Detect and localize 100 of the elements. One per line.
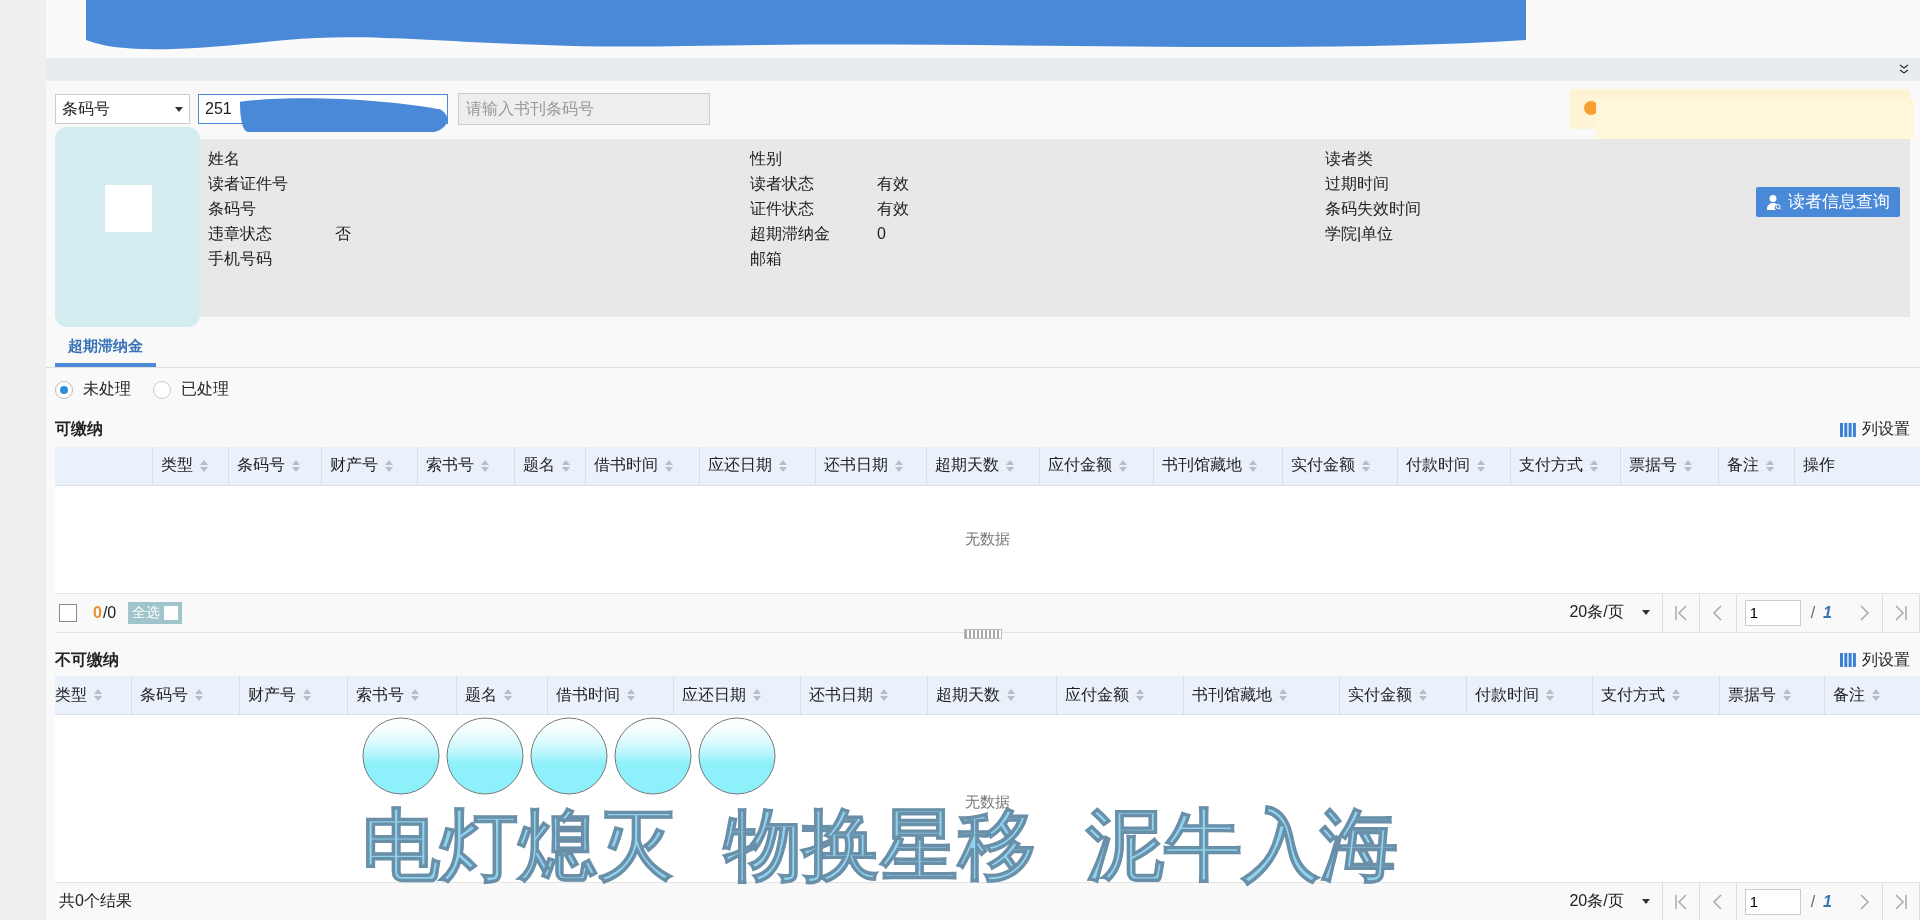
sort-icon[interactable]: [1248, 458, 1258, 473]
column-header[interactable]: 书刊馆藏地: [1183, 676, 1339, 714]
column-header[interactable]: 应还日期: [673, 676, 800, 714]
sort-icon[interactable]: [1118, 458, 1128, 473]
resize-handle[interactable]: [964, 628, 1002, 639]
column-header[interactable]: 应付金额: [1039, 446, 1153, 485]
column-header[interactable]: 应还日期: [699, 446, 815, 485]
chevron-left-icon: [1710, 892, 1725, 911]
page-size-select[interactable]: 20条/页: [1569, 593, 1663, 632]
reader-input-field[interactable]: 251: [198, 94, 240, 125]
sort-icon[interactable]: [410, 688, 420, 703]
sort-icon[interactable]: [1361, 458, 1371, 473]
column-header[interactable]: 财产号: [239, 676, 347, 714]
column-settings-link[interactable]: 列设置: [1840, 419, 1910, 441]
column-header[interactable]: 条码号: [131, 676, 239, 714]
checkbox[interactable]: [59, 603, 77, 622]
sort-icon[interactable]: [503, 688, 513, 703]
sort-icon[interactable]: [1005, 458, 1015, 473]
sort-icon[interactable]: [561, 458, 571, 473]
page-total: 1: [1823, 892, 1832, 911]
column-header[interactable]: 应付金额: [1056, 676, 1183, 714]
sort-icon[interactable]: [752, 688, 762, 703]
field-label: 条码号: [208, 198, 257, 219]
sort-icon[interactable]: [1683, 458, 1693, 473]
page-number-field[interactable]: 1: [1744, 599, 1801, 626]
column-header[interactable]: 备注: [1824, 676, 1920, 714]
sort-icon[interactable]: [1589, 458, 1599, 473]
caption-text: 电灯熄灭: [362, 806, 674, 884]
field-label: 证件状态: [750, 198, 815, 219]
column-header[interactable]: 备注: [1718, 446, 1794, 485]
page-total: 1: [1823, 603, 1832, 622]
sort-icon[interactable]: [199, 458, 209, 473]
column-header[interactable]: 付款时间: [1466, 676, 1592, 714]
column-header[interactable]: 还书日期: [800, 676, 927, 714]
sort-icon[interactable]: [1765, 458, 1775, 473]
sort-icon[interactable]: [879, 688, 889, 703]
last-page-icon: [1894, 603, 1908, 622]
sort-icon[interactable]: [1418, 688, 1428, 703]
column-header[interactable]: 票据号: [1719, 676, 1824, 714]
sort-icon[interactable]: [291, 458, 301, 473]
last-page-icon: [1894, 892, 1908, 911]
sort-icon[interactable]: [1476, 458, 1486, 473]
column-header[interactable]: 财产号: [321, 446, 417, 485]
column-header[interactable]: 支付方式: [1510, 446, 1620, 485]
column-header[interactable]: 类型: [55, 676, 131, 714]
search-mode-select[interactable]: 条码号: [55, 94, 190, 125]
page-separator: /: [1810, 603, 1816, 622]
column-header[interactable]: 操作: [1794, 446, 1920, 485]
sort-icon[interactable]: [626, 688, 636, 703]
sort-icon[interactable]: [664, 458, 674, 473]
field-value: 否: [335, 223, 351, 244]
sort-icon[interactable]: [384, 458, 394, 473]
column-header[interactable]: 索书号: [347, 676, 456, 714]
section-title: 不可缴纳: [55, 649, 119, 670]
sort-icon[interactable]: [778, 458, 788, 473]
field-label: 读者证件号: [208, 173, 289, 194]
sort-icon[interactable]: [1545, 688, 1555, 703]
column-header[interactable]: 借书时间: [547, 676, 673, 714]
sort-icon[interactable]: [1671, 688, 1681, 703]
column-header[interactable]: 超期天数: [927, 676, 1056, 714]
field-label: 违章状态: [208, 223, 273, 244]
column-header[interactable]: 借书时间: [585, 446, 699, 485]
column-header[interactable]: 支付方式: [1592, 676, 1719, 714]
page-number-field[interactable]: 1: [1744, 888, 1801, 915]
column-header[interactable]: 实付金额: [1282, 446, 1397, 485]
status-radio[interactable]: 已处理: [153, 379, 229, 401]
sort-icon[interactable]: [194, 688, 204, 703]
collapse-icon[interactable]: [1898, 63, 1910, 76]
sort-icon[interactable]: [480, 458, 490, 473]
column-header[interactable]: 题名: [456, 676, 547, 714]
sort-icon[interactable]: [1782, 688, 1792, 703]
column-header[interactable]: 书刊馆藏地: [1153, 446, 1282, 485]
sort-icon[interactable]: [1006, 688, 1016, 703]
field-label: 性别: [750, 148, 783, 169]
tab[interactable]: 超期滞纳金: [55, 332, 156, 367]
column-settings-link[interactable]: 列设置: [1840, 649, 1910, 671]
column-header[interactable]: 索书号: [417, 446, 514, 485]
column-header[interactable]: 类型: [152, 446, 228, 485]
column-header[interactable]: 超期天数: [926, 446, 1039, 485]
sort-icon[interactable]: [1278, 688, 1288, 703]
field-label: 学院|单位: [1325, 223, 1395, 244]
chevron-right-icon: [1857, 892, 1871, 911]
book-barcode-field[interactable]: 请输入书刊条码号: [458, 93, 710, 126]
caret-icon: [1641, 610, 1650, 616]
status-radio[interactable]: 未处理: [55, 379, 131, 401]
sort-icon[interactable]: [1135, 688, 1145, 703]
result-count: 共0个结果: [59, 891, 132, 912]
chevron-left-icon: [1710, 603, 1725, 622]
column-header[interactable]: 票据号: [1620, 446, 1718, 485]
sort-icon[interactable]: [894, 458, 904, 473]
column-header[interactable]: 付款时间: [1397, 446, 1510, 485]
column-header[interactable]: 条码号: [228, 446, 321, 485]
sort-icon[interactable]: [1871, 688, 1881, 703]
column-header[interactable]: 题名: [514, 446, 585, 485]
reader-query-button[interactable]: 读者信息查询: [1756, 186, 1900, 217]
sort-icon[interactable]: [302, 688, 312, 703]
sort-icon[interactable]: [93, 688, 103, 703]
page-size-select[interactable]: 20条/页: [1569, 883, 1663, 920]
column-header[interactable]: 实付金额: [1339, 676, 1466, 714]
column-header[interactable]: 还书日期: [815, 446, 926, 485]
